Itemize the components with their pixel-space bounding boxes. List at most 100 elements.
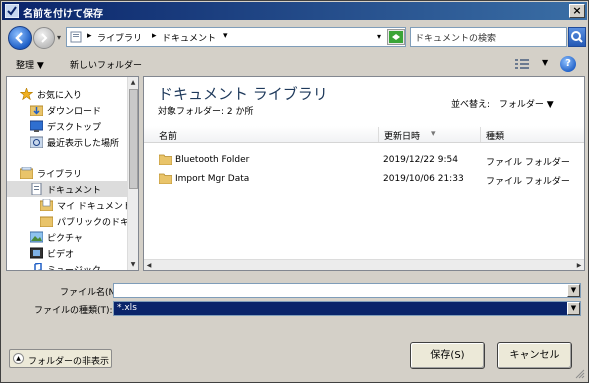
nav-item-label: ビデオ	[47, 250, 75, 260]
scroll-down-icon[interactable]: ▼	[128, 259, 138, 270]
nav-item-label: お気に入り	[37, 91, 83, 101]
sort-indicator-icon: ▾	[431, 129, 436, 139]
collapse-arrow-icon: ▲	[13, 353, 24, 364]
nav-item-music[interactable]: ミュージック	[7, 261, 129, 271]
filename-field[interactable]: ▼	[113, 283, 581, 298]
back-button[interactable]	[8, 26, 32, 50]
save-as-dialog: 名前を付けて保存 × ▾ ▸ ライブラリ ▸ ドキュメント ▾ ▾ ドキュメント…	[0, 0, 589, 383]
nav-pane-scrollbar[interactable]: ▲ ▼	[127, 77, 138, 270]
hide-folders-label: フォルダーの非表示	[28, 357, 110, 367]
folder-icon	[159, 173, 172, 184]
sort-label: 並べ替え:	[451, 100, 491, 110]
breadcrumb-libraries[interactable]: ライブラリ	[97, 31, 142, 44]
breadcrumb-separator[interactable]: ▸	[87, 31, 92, 41]
nav-item-label: マイ ドキュメント	[57, 202, 132, 212]
navigation-bar: ▾ ▸ ライブラリ ▸ ドキュメント ▾ ▾ ドキュメントの検索	[2, 21, 587, 53]
search-icon	[571, 31, 583, 43]
file-type: ファイル フォルダー	[486, 158, 570, 168]
sort-value[interactable]: フォルダー ▼	[499, 100, 554, 110]
close-button[interactable]: ×	[569, 4, 585, 18]
table-row[interactable]: Import Mgr Data 2019/10/06 21:33 ファイル フォ…	[144, 170, 584, 188]
filetype-select[interactable]: *.xls ▼	[113, 301, 581, 316]
new-folder-button[interactable]: 新しいフォルダー	[70, 58, 142, 71]
nav-item-documents[interactable]: ドキュメント	[7, 181, 129, 197]
file-list-pane: ドキュメント ライブラリ 対象フォルダー: 2 か所 並べ替え: フォルダー ▼…	[143, 76, 585, 271]
download-folder-icon	[30, 105, 43, 116]
nav-item-label: ライブラリ	[37, 170, 83, 180]
nav-item-pictures[interactable]: ピクチャ	[7, 229, 129, 245]
table-row[interactable]: Bluetooth Folder 2019/12/22 9:54 ファイル フォ…	[144, 151, 584, 169]
nav-item-desktop[interactable]: デスクトップ	[7, 118, 129, 134]
filename-dropdown-icon[interactable]: ▼	[567, 284, 580, 297]
hide-folders-button[interactable]: ▲ フォルダーの非表示	[9, 349, 112, 368]
breadcrumb-dropdown-icon[interactable]: ▾	[223, 31, 228, 41]
column-header: 名前 更新日時 ▾ 種類	[144, 126, 584, 143]
file-modified: 2019/12/22 9:54	[383, 155, 458, 165]
organize-button[interactable]: 整理 ▼	[16, 58, 44, 71]
forward-arrow-icon	[41, 33, 48, 43]
sort-control[interactable]: 並べ替え: フォルダー ▼	[451, 97, 554, 110]
command-toolbar: 整理 ▼ 新しいフォルダー ▼ ?	[2, 53, 587, 75]
column-modified[interactable]: 更新日時	[384, 129, 420, 142]
filetype-dropdown-icon[interactable]: ▼	[567, 302, 580, 315]
navigation-pane: お気に入り ダウンロード デスクトップ 最近表示した場所 ライブラリ ドキュメン…	[6, 76, 139, 271]
views-icon[interactable]	[515, 58, 529, 70]
window-title: 名前を付けて保存	[23, 9, 103, 20]
nav-item-libraries[interactable]: ライブラリ	[7, 165, 129, 181]
column-divider[interactable]	[378, 127, 379, 142]
music-icon	[34, 263, 42, 270]
library-locations[interactable]: 対象フォルダー: 2 か所	[158, 104, 253, 117]
nav-item-label: デスクトップ	[47, 123, 102, 133]
document-folder-icon	[40, 199, 53, 211]
search-input[interactable]: ドキュメントの検索	[410, 27, 567, 47]
nav-item-public-documents[interactable]: パブリックのドキュメ	[7, 213, 138, 229]
nav-item-label: ドキュメント	[47, 186, 102, 196]
views-dropdown-icon[interactable]: ▼	[542, 58, 548, 67]
documents-location-icon	[70, 31, 82, 43]
scroll-left-icon[interactable]: ◀	[144, 260, 154, 270]
cancel-button[interactable]: キャンセル	[497, 342, 572, 369]
title-bar[interactable]: 名前を付けて保存 ×	[2, 2, 587, 20]
nav-item-label: 最近表示した場所	[47, 139, 120, 149]
search-button[interactable]	[568, 27, 586, 47]
address-dropdown-icon[interactable]: ▾	[377, 32, 381, 41]
back-arrow-icon	[15, 32, 23, 44]
star-icon	[20, 88, 33, 100]
library-icon	[20, 167, 33, 179]
help-icon[interactable]: ?	[560, 56, 576, 72]
breadcrumb-documents[interactable]: ドキュメント	[162, 31, 216, 44]
refresh-button[interactable]	[387, 29, 405, 45]
file-modified: 2019/10/06 21:33	[383, 174, 464, 184]
file-name: Bluetooth Folder	[175, 155, 250, 165]
resize-grip-icon[interactable]	[575, 369, 585, 379]
documents-icon	[31, 183, 42, 195]
nav-item-label: ミュージック	[47, 266, 101, 271]
file-type: ファイル フォルダー	[486, 177, 570, 187]
desktop-icon	[30, 120, 43, 132]
folder-icon	[40, 216, 53, 227]
library-title: ドキュメント ライブラリ	[158, 85, 328, 103]
nav-item-label: ダウンロード	[47, 107, 102, 117]
column-name[interactable]: 名前	[159, 129, 177, 142]
refresh-icon	[389, 31, 403, 43]
file-list-scrollbar[interactable]: ◀ ▶	[144, 259, 584, 270]
scroll-right-icon[interactable]: ▶	[574, 260, 584, 270]
column-type[interactable]: 種類	[486, 129, 504, 142]
filetype-label: ファイルの種類(T):	[34, 306, 113, 316]
breadcrumb-separator[interactable]: ▸	[152, 31, 157, 41]
nav-item-recent-places[interactable]: 最近表示した場所	[7, 134, 129, 150]
history-dropdown-icon[interactable]: ▾	[57, 33, 61, 42]
save-button[interactable]: 保存(S)	[410, 342, 485, 369]
address-bar[interactable]: ▸ ライブラリ ▸ ドキュメント ▾ ▾	[66, 27, 406, 47]
save-check-icon	[5, 4, 19, 18]
column-divider[interactable]	[480, 127, 481, 142]
nav-item-videos[interactable]: ビデオ	[7, 245, 129, 261]
nav-item-favorites[interactable]: お気に入り	[7, 86, 129, 102]
recent-places-icon	[30, 136, 43, 148]
nav-item-downloads[interactable]: ダウンロード	[7, 102, 129, 118]
nav-item-my-documents[interactable]: マイ ドキュメント	[7, 197, 132, 213]
scroll-up-icon[interactable]: ▲	[128, 77, 138, 88]
pictures-icon	[30, 231, 43, 243]
forward-button[interactable]	[33, 27, 55, 49]
scroll-thumb[interactable]	[129, 89, 138, 189]
